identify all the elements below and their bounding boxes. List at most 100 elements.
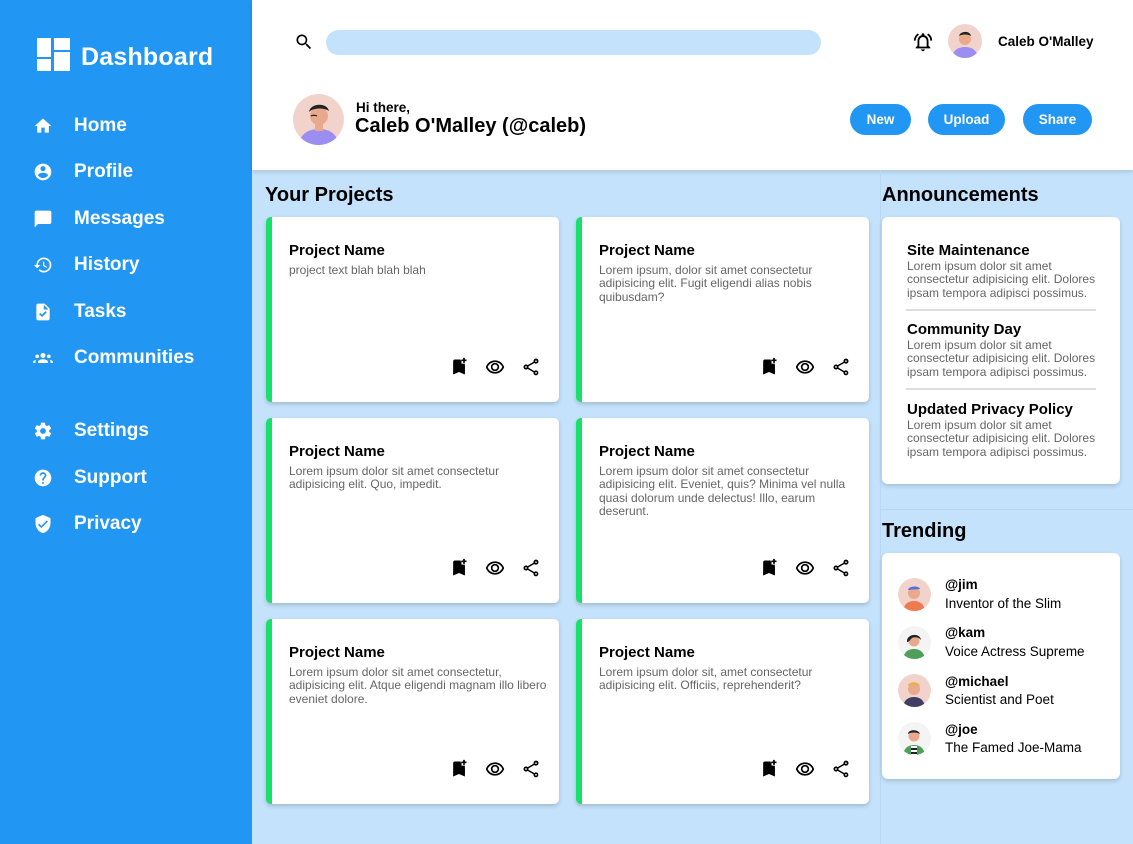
new-button[interactable]: New — [850, 104, 911, 135]
sidebar-item-label: Privacy — [74, 513, 142, 534]
project-name[interactable]: Project Name — [289, 242, 385, 259]
panel-divider — [881, 509, 1133, 510]
bookmark-add-icon[interactable] — [759, 759, 779, 779]
avatar[interactable] — [898, 626, 931, 659]
history-icon — [33, 255, 53, 275]
project-text: Lorem ipsum dolor sit amet consectetur a… — [289, 464, 500, 492]
project-card[interactable]: Project Name Lorem ipsum dolor sit amet c… — [266, 418, 559, 603]
sidebar-item-history[interactable]: History — [33, 250, 139, 280]
avatar[interactable] — [948, 24, 982, 58]
announcement-text: Lorem ipsum dolor sit amet consectetur a… — [907, 418, 1096, 459]
trending-desc: Scientist and Poet — [945, 692, 1054, 707]
sidebar-item-label: Home — [74, 115, 127, 136]
trending-handle[interactable]: @jim — [945, 577, 978, 592]
search-input[interactable] — [326, 30, 821, 55]
sidebar-item-home[interactable]: Home — [33, 111, 127, 141]
divider — [906, 388, 1096, 390]
bookmark-add-icon[interactable] — [449, 759, 469, 779]
announcement-title[interactable]: Updated Privacy Policy — [907, 401, 1073, 418]
project-text: Lorem ipsum dolor sit amet consectetur, … — [289, 665, 547, 706]
privacy-icon — [33, 514, 53, 534]
project-text: Lorem ipsum dolor sit amet consectetur a… — [599, 464, 846, 519]
share-icon[interactable] — [521, 558, 541, 578]
sidebar-item-label: Settings — [74, 420, 149, 441]
hero-avatar — [293, 94, 344, 145]
sidebar-item-communities[interactable]: Communities — [33, 343, 194, 373]
sidebar-item-label: Messages — [74, 208, 165, 229]
announcement-title[interactable]: Community Day — [907, 321, 1021, 338]
eye-icon[interactable] — [795, 357, 815, 377]
sidebar-item-label: History — [74, 254, 140, 275]
eye-icon[interactable] — [485, 558, 505, 578]
project-name[interactable]: Project Name — [599, 242, 695, 259]
announcement-title[interactable]: Site Maintenance — [907, 242, 1030, 259]
sidebar-item-label: Profile — [74, 161, 134, 182]
eye-icon[interactable] — [485, 357, 505, 377]
project-card[interactable]: Project Name Lorem ipsum dolor sit amet c… — [266, 619, 559, 804]
project-name[interactable]: Project Name — [289, 644, 385, 661]
project-card[interactable]: Project Name Lorem ipsum, dolor sit amet … — [576, 217, 869, 402]
project-text: project text blah blah blah — [289, 263, 426, 277]
dashboard-icon — [37, 38, 70, 76]
sidebar-item-label: Communities — [74, 347, 195, 368]
avatar[interactable] — [898, 722, 931, 755]
project-card[interactable]: Project Name project text blah blah blah — [266, 217, 559, 402]
eye-icon[interactable] — [485, 759, 505, 779]
bookmark-add-icon[interactable] — [449, 357, 469, 377]
communities-icon — [33, 348, 53, 368]
sidebar: Dashboard Home Profile Messages History … — [0, 0, 252, 844]
eye-icon[interactable] — [795, 558, 815, 578]
bell-icon[interactable] — [912, 31, 934, 53]
bookmark-add-icon[interactable] — [449, 558, 469, 578]
greeting: Hi there, — [356, 100, 411, 115]
bookmark-add-icon[interactable] — [759, 558, 779, 578]
trending-handle[interactable]: @kam — [945, 625, 985, 640]
project-text: Lorem ipsum, dolor sit amet consectetur … — [599, 263, 813, 304]
trending-title: Trending — [882, 520, 967, 542]
share-icon[interactable] — [831, 357, 851, 377]
announcement-text: Lorem ipsum dolor sit amet consectetur a… — [907, 259, 1096, 300]
upload-button[interactable]: Upload — [928, 104, 1005, 135]
sidebar-item-profile[interactable]: Profile — [33, 157, 133, 187]
avatar[interactable] — [898, 674, 931, 707]
sidebar-item-support[interactable]: Support — [33, 463, 147, 493]
column-divider — [880, 170, 881, 844]
share-icon[interactable] — [831, 558, 851, 578]
header: Caleb O'Malley Hi there, Caleb O'Malley … — [252, 0, 1133, 170]
share-icon[interactable] — [521, 357, 541, 377]
tasks-icon — [33, 302, 53, 322]
trending-panel: @jim Inventor of the Slim @kam Voice Act… — [882, 553, 1120, 779]
share-button[interactable]: Share — [1023, 104, 1092, 135]
home-icon — [33, 116, 53, 136]
sidebar-item-label: Support — [74, 467, 147, 488]
brand[interactable]: Dashboard — [37, 38, 213, 76]
messages-icon — [33, 209, 53, 229]
top-username[interactable]: Caleb O'Malley — [998, 34, 1094, 49]
share-icon[interactable] — [831, 759, 851, 779]
project-name[interactable]: Project Name — [289, 443, 385, 460]
project-text: Lorem ipsum dolor sit, amet consectetur … — [599, 665, 813, 693]
share-icon[interactable] — [521, 759, 541, 779]
sidebar-item-settings[interactable]: Settings — [33, 416, 149, 446]
settings-icon — [33, 421, 53, 441]
sidebar-item-messages[interactable]: Messages — [33, 204, 165, 234]
project-card[interactable]: Project Name Lorem ipsum dolor sit, amet … — [576, 619, 869, 804]
eye-icon[interactable] — [795, 759, 815, 779]
project-card[interactable]: Project Name Lorem ipsum dolor sit amet c… — [576, 418, 869, 603]
trending-desc: Voice Actress Supreme — [945, 644, 1085, 659]
project-name[interactable]: Project Name — [599, 644, 695, 661]
avatar[interactable] — [898, 578, 931, 611]
sidebar-item-tasks[interactable]: Tasks — [33, 297, 126, 327]
sidebar-item-privacy[interactable]: Privacy — [33, 509, 142, 539]
bookmark-add-icon[interactable] — [759, 357, 779, 377]
announcement-text: Lorem ipsum dolor sit amet consectetur a… — [907, 338, 1096, 379]
projects-title: Your Projects — [265, 184, 394, 206]
profile-icon — [33, 162, 53, 182]
search-icon[interactable] — [294, 32, 314, 52]
divider — [906, 309, 1096, 311]
trending-handle[interactable]: @michael — [945, 674, 1008, 689]
project-name[interactable]: Project Name — [599, 443, 695, 460]
trending-handle[interactable]: @joe — [945, 722, 978, 737]
announcements-title: Announcements — [882, 184, 1039, 206]
brand-title: Dashboard — [81, 42, 214, 71]
